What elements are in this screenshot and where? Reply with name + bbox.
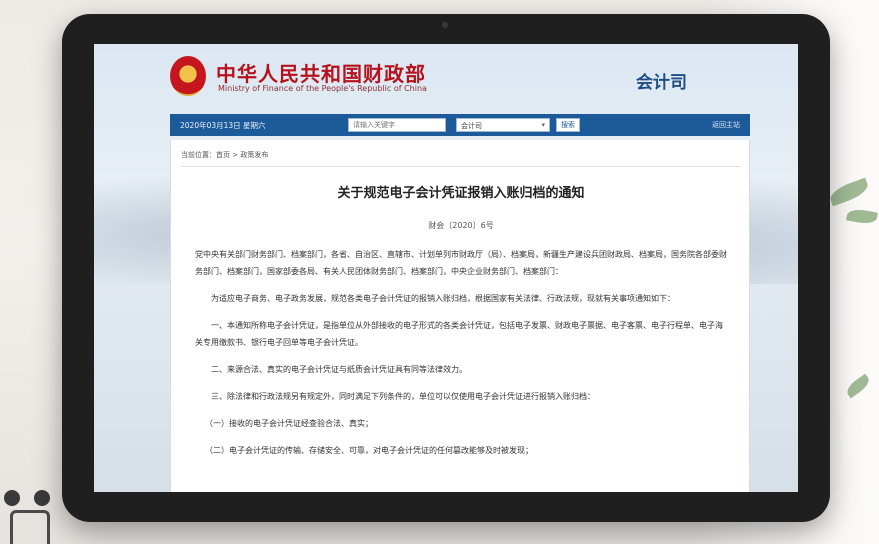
article-panel: 当前位置：首页 > 政策发布 关于规范电子会计凭证报销入账归档的通知 财会〔20… <box>170 140 750 492</box>
addressee-paragraph: 党中央有关部门财务部门、档案部门，各省、自治区、直辖市、计划单列市财政厅（局）、… <box>195 250 727 276</box>
tablet-device: 中华人民共和国财政部 Ministry of Finance of the Pe… <box>62 14 830 522</box>
site-header: 中华人民共和国财政部 Ministry of Finance of the Pe… <box>94 44 798 114</box>
item-paragraph: 二、来源合法、真实的电子会计凭证与纸质会计凭证具有同等法律效力。 <box>211 365 467 374</box>
ornament-ball <box>34 490 50 506</box>
search-input[interactable] <box>348 118 446 132</box>
sub-item-paragraph: （二）电子会计凭证的传输、存储安全、可靠，对电子会计凭证的任何篡改能够及时被发现… <box>205 446 533 455</box>
return-main-site-link[interactable]: 返回主站 <box>712 120 740 130</box>
national-emblem-icon <box>170 56 206 96</box>
tablet-screen: 中华人民共和国财政部 Ministry of Finance of the Pe… <box>94 44 798 492</box>
chevron-down-icon: ▾ <box>541 121 545 129</box>
ministry-name-cn: 中华人民共和国财政部 <box>216 62 426 86</box>
ornament-stand <box>10 510 50 544</box>
breadcrumb[interactable]: 当前位置：首页 > 政策发布 <box>181 150 741 167</box>
ornament-ball <box>4 490 20 506</box>
article-title: 关于规范电子会计凭证报销入账归档的通知 <box>337 186 585 201</box>
nav-bar: 2020年03月13日 星期六 会计司 ▾ 搜索 返回主站 <box>170 114 750 136</box>
department-name: 会计司 <box>636 73 687 93</box>
camera-icon <box>442 22 448 28</box>
ministry-name-en: Ministry of Finance of the People's Repu… <box>218 84 427 93</box>
department-select[interactable]: 会计司 ▾ <box>456 118 550 132</box>
item-paragraph: 三、除法律和行政法规另有规定外，同时满足下列条件的，单位可以仅使用电子会计凭证进… <box>211 392 595 401</box>
search-button[interactable]: 搜索 <box>556 118 580 132</box>
current-date: 2020年03月13日 星期六 <box>180 120 266 130</box>
sub-item-paragraph: （一）接收的电子会计凭证经查验合法、真实； <box>205 419 373 428</box>
intro-paragraph: 为适应电子商务、电子政务发展，规范各类电子会计凭证的报销入账归档，根据国家有关法… <box>211 294 675 303</box>
document-number: 财会〔2020〕6号 <box>428 221 494 230</box>
item-paragraph: 一、本通知所称电子会计凭证，是指单位从外部接收的电子形式的各类会计凭证，包括电子… <box>195 321 723 347</box>
department-select-value: 会计司 <box>461 122 482 130</box>
desk-ornament <box>0 484 70 544</box>
article-body: 党中央有关部门财务部门、档案部门，各省、自治区、直辖市、计划单列市财政厅（局）、… <box>195 246 729 469</box>
